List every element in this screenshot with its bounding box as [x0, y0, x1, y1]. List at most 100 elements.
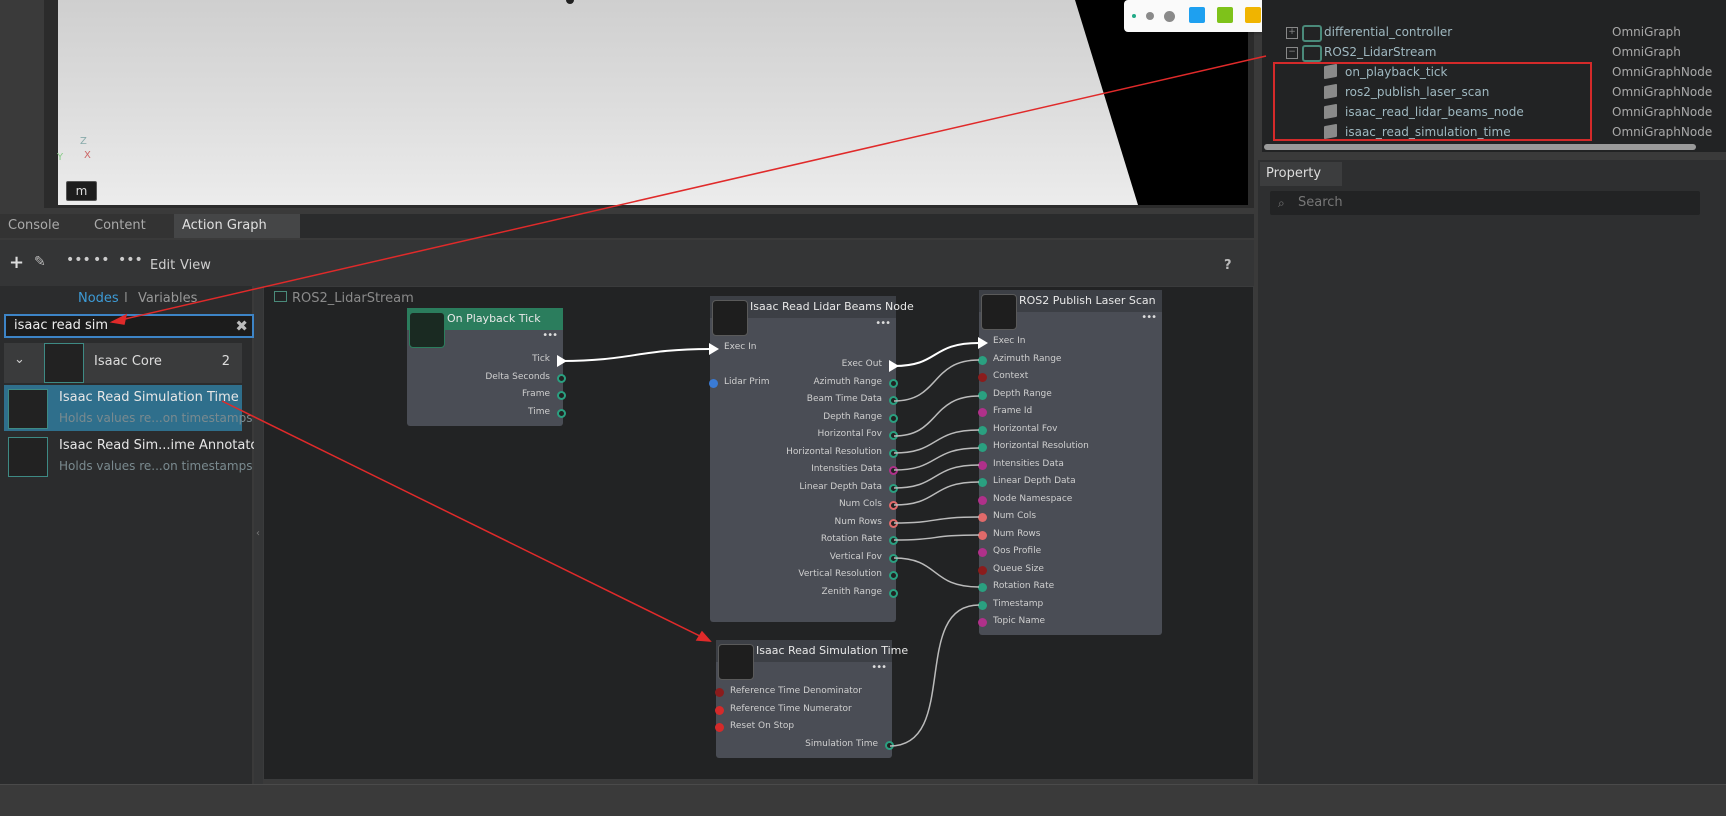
color-swatch-1[interactable] [1217, 7, 1233, 23]
node-icon [8, 389, 48, 429]
horizontal-scrollbar[interactable] [1264, 144, 1696, 150]
port-dot-rotation-rate[interactable] [889, 536, 898, 545]
add-icon[interactable]: + [9, 252, 24, 273]
port-dot-topic-name[interactable] [978, 618, 987, 627]
port-dot-tick[interactable] [557, 355, 567, 367]
port-dot-context[interactable] [978, 373, 987, 382]
stage-row-type: OmniGraph [1612, 45, 1681, 59]
port-dot-frame[interactable] [557, 391, 566, 400]
port-dot-intensities-data[interactable] [978, 460, 987, 470]
port-dot-linear-depth-data[interactable] [889, 483, 898, 493]
port-dot-simulation-time[interactable] [885, 741, 894, 750]
port-dot-num-cols[interactable] [889, 501, 898, 510]
viewport-scene [566, 0, 1248, 205]
port-dot-horizontal-resolution[interactable] [978, 443, 987, 452]
category-isaac-core[interactable]: ⌄ Isaac Core 2 [4, 343, 242, 383]
port-dot-horizontal-resolution[interactable] [889, 448, 898, 458]
port-dot-horizontal-fov[interactable] [978, 425, 987, 435]
node-search-value: isaac read sim [14, 318, 109, 333]
search-icon: ⌕ [1278, 196, 1285, 210]
medium-dot-icon[interactable] [1146, 12, 1154, 20]
menu-view[interactable]: View [180, 258, 211, 273]
tab-console[interactable]: Console [0, 214, 96, 238]
link-dots-icon[interactable]: •• [93, 252, 110, 268]
port-dot-vertical-fov[interactable] [889, 553, 898, 563]
tab-property[interactable]: Property [1260, 162, 1342, 186]
port-dot-horizontal-fov[interactable] [889, 431, 898, 440]
port-dot-exec-in[interactable] [978, 337, 988, 349]
port-dot-reset-on-stop[interactable] [715, 723, 724, 732]
port-label-num-rows: Num Rows [993, 528, 1041, 539]
stage-row-ros2-lidarstream[interactable]: − ROS2_LidarStream OmniGraph [1262, 42, 1726, 62]
tab-separator: I [124, 291, 128, 306]
node-search-input[interactable]: isaac read sim ✖ [4, 314, 254, 338]
help-button[interactable]: ? [1224, 258, 1232, 273]
menu-edit[interactable]: Edit [150, 258, 175, 273]
large-dot-icon[interactable] [1164, 10, 1175, 22]
small-dot-icon[interactable] [1132, 14, 1136, 18]
viewport[interactable] [58, 0, 1248, 205]
port-dot-azimuth-range[interactable] [889, 378, 898, 388]
port-dot-queue-size[interactable] [978, 565, 987, 575]
port-dot-lidar-prim[interactable] [709, 379, 718, 388]
tab-variables[interactable]: Variables [138, 291, 197, 306]
color-swatch-0[interactable] [1189, 7, 1205, 23]
port-dot-depth-range[interactable] [978, 390, 987, 400]
port-dot-beam-time-data[interactable] [889, 396, 898, 405]
port-dot-delta-seconds[interactable] [557, 373, 566, 383]
port-dot-qos-profile[interactable] [978, 548, 987, 557]
port-dot-linear-depth-data[interactable] [978, 478, 987, 487]
graph-title: ROS2_LidarStream [274, 291, 414, 306]
node-result-subtitle: Holds values re...on timestamps [59, 459, 253, 473]
collapse-icon[interactable]: − [1286, 47, 1298, 59]
port-dot-time[interactable] [557, 408, 566, 418]
port-dot-num-cols[interactable] [978, 513, 987, 522]
port-label-horizontal-resolution: Horizontal Resolution [993, 441, 1089, 451]
collapse-panel-icon[interactable]: ‹ [256, 528, 260, 539]
tab-action-graph[interactable]: Action Graph [174, 214, 300, 238]
port-dot-reference-time-numerator[interactable] [715, 705, 724, 715]
port-dot-vertical-resolution[interactable] [889, 571, 898, 580]
search-placeholder: Search [1298, 195, 1343, 210]
port-dot-zenith-range[interactable] [889, 588, 898, 598]
port-label-time: Time [527, 406, 550, 417]
node-menu-icon[interactable]: ••• [871, 662, 887, 673]
node-result-isaac-read-sim-time-annotator[interactable]: Isaac Read Sim...ime Annotator Holds val… [4, 433, 264, 479]
node-dots-icon[interactable]: ••• [66, 252, 91, 268]
port-dot-num-rows[interactable] [889, 518, 898, 528]
port-dot-reference-time-denominator[interactable] [715, 688, 724, 697]
axis-z-label: Z [80, 136, 87, 147]
port-dot-rotation-rate[interactable] [978, 583, 987, 592]
clear-search-icon[interactable]: ✖ [235, 316, 248, 336]
port-dot-frame-id[interactable] [978, 408, 987, 417]
port-dot-timestamp[interactable] [978, 600, 987, 610]
stage-row-differential-controller[interactable]: + differential_controller OmniGraph [1262, 22, 1726, 42]
node-menu-icon[interactable]: ••• [1141, 312, 1157, 323]
color-swatch-2[interactable] [1245, 7, 1261, 23]
port-label-delta-seconds: Delta Seconds [485, 371, 550, 382]
port-label-intensities-data: Intensities Data [993, 458, 1064, 469]
chevron-down-icon[interactable]: ⌄ [14, 352, 25, 367]
port-label-exec-out: Exec Out [841, 359, 882, 369]
axis-y-label: Y [57, 152, 64, 163]
node-menu-icon[interactable]: ••• [542, 330, 558, 341]
port-dot-exec-out[interactable] [889, 360, 899, 372]
node-menu-icon[interactable]: ••• [875, 318, 891, 329]
property-search-input[interactable]: ⌕ Search [1270, 191, 1700, 215]
port-label-queue-size: Queue Size [993, 563, 1044, 574]
port-dot-num-rows[interactable] [978, 530, 987, 540]
port-dot-depth-range[interactable] [889, 413, 898, 423]
expand-icon[interactable]: + [1286, 27, 1298, 39]
port-dot-intensities-data[interactable] [889, 466, 898, 475]
port-dot-node-namespace[interactable] [978, 495, 987, 505]
arrange-icon[interactable]: ••• [118, 252, 143, 268]
port-label-horizontal-fov: Horizontal Fov [993, 423, 1058, 434]
node-result-isaac-read-simulation-time[interactable]: Isaac Read Simulation Time Holds values … [4, 385, 252, 431]
viewport-mode-button[interactable]: m [66, 181, 97, 201]
tab-content[interactable]: Content [86, 214, 184, 238]
tab-nodes[interactable]: Nodes [78, 291, 119, 306]
port-dot-exec-in[interactable] [709, 343, 719, 355]
port-dot-azimuth-range[interactable] [978, 355, 987, 365]
category-count: 2 [221, 354, 230, 369]
edit-pencil-icon[interactable]: ✎ [34, 254, 46, 270]
